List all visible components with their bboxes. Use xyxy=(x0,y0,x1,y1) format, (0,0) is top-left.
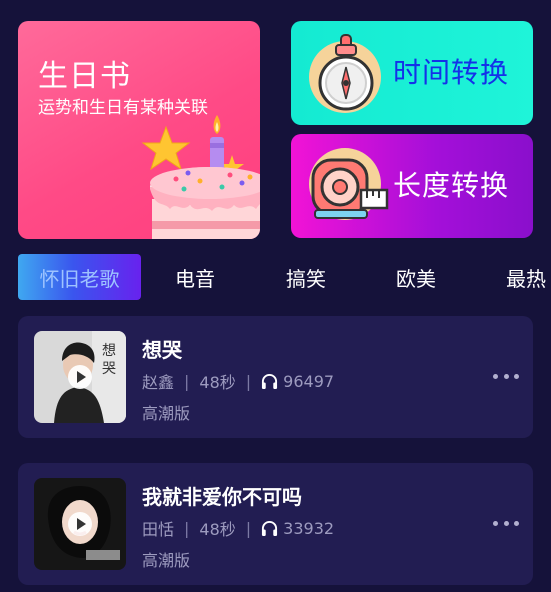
tape-measure-icon xyxy=(309,148,389,220)
album-cover[interactable] xyxy=(34,478,126,570)
play-icon[interactable] xyxy=(68,365,92,389)
song-meta: 赵鑫 | 48秒 | 96497 xyxy=(142,369,334,393)
svg-text:哭: 哭 xyxy=(102,361,116,377)
song-card[interactable]: 想 哭 想哭 赵鑫 | 48秒 | 96497 高潮版 xyxy=(18,316,533,438)
svg-text:想: 想 xyxy=(102,343,116,359)
birthday-cake-icon xyxy=(141,115,260,239)
album-cover[interactable]: 想 哭 xyxy=(34,331,126,423)
meta-divider: | xyxy=(245,371,252,391)
length-conversion-card[interactable]: 长度转换 xyxy=(291,134,533,238)
song-duration: 48秒 xyxy=(199,373,236,392)
birthday-book-card[interactable]: 生日书 运势和生日有某种关联 xyxy=(18,21,260,239)
song-version: 高潮版 xyxy=(142,404,191,423)
headphones-icon xyxy=(262,520,278,536)
meta-divider: | xyxy=(184,371,190,391)
meta-divider: | xyxy=(184,518,190,538)
song-version: 高潮版 xyxy=(142,551,191,570)
song-play-count: 33932 xyxy=(283,518,335,538)
play-icon[interactable] xyxy=(68,512,92,536)
tab-hottest[interactable]: 最热 xyxy=(465,254,551,300)
tab-funny[interactable]: 搞笑 xyxy=(245,254,367,300)
length-conversion-label: 长度转换 xyxy=(393,169,510,202)
time-conversion-label: 时间转换 xyxy=(393,56,510,89)
song-title: 我就非爱你不可吗 xyxy=(142,485,302,509)
meta-divider: | xyxy=(245,518,252,538)
category-tabs: 怀旧老歌 电音 搞笑 欧美 最热 xyxy=(0,254,551,302)
headphones-icon xyxy=(262,373,278,389)
time-conversion-card[interactable]: 时间转换 xyxy=(291,21,533,125)
tab-western[interactable]: 欧美 xyxy=(355,254,477,300)
tab-nostalgic-oldies[interactable]: 怀旧老歌 xyxy=(18,254,141,300)
tab-electronic[interactable]: 电音 xyxy=(134,254,256,300)
song-title: 想哭 xyxy=(142,338,182,362)
song-meta: 田恬 | 48秒 | 33932 xyxy=(142,516,334,540)
compass-clock-icon xyxy=(309,34,381,113)
song-artist: 田恬 xyxy=(142,520,175,539)
birthday-card-title: 生日书 xyxy=(38,59,131,94)
more-options-icon[interactable] xyxy=(493,516,519,530)
song-play-count: 96497 xyxy=(283,371,335,391)
song-artist: 赵鑫 xyxy=(142,373,175,392)
song-card[interactable]: 我就非爱你不可吗 田恬 | 48秒 | 33932 高潮版 xyxy=(18,463,533,585)
song-duration: 48秒 xyxy=(199,520,236,539)
more-options-icon[interactable] xyxy=(493,369,519,383)
